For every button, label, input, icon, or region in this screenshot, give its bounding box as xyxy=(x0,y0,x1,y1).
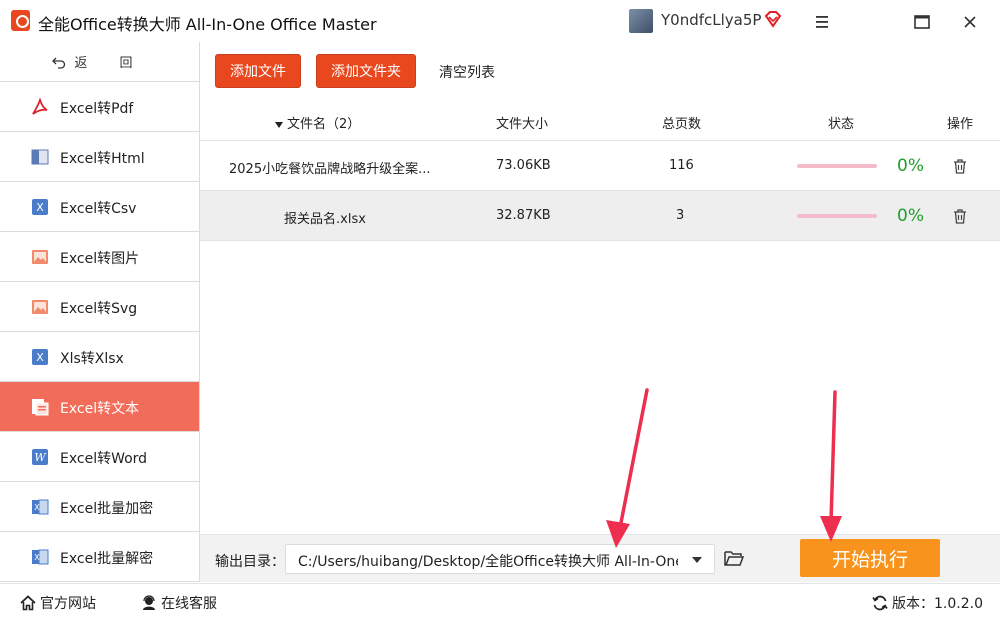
svg-text:W: W xyxy=(34,451,47,464)
sidebar-item-label: Excel转Html xyxy=(60,151,145,167)
row-file-name: 报关品名.xlsx xyxy=(284,212,366,227)
image-icon xyxy=(32,250,48,264)
customer-service-icon xyxy=(143,595,155,610)
output-dir-label: 输出目录： xyxy=(215,554,285,570)
sidebar-item-excel-to-word[interactable]: W Excel转Word xyxy=(0,432,199,482)
sidebar-item-excel-to-html[interactable]: Excel转Html xyxy=(0,132,199,182)
row-page-count: 3 xyxy=(676,208,685,223)
trash-icon[interactable] xyxy=(952,208,968,224)
status-bar: 官方网站 在线客服 版本：1.0.2.0 xyxy=(0,583,1000,617)
vip-diamond-icon[interactable] xyxy=(764,10,782,28)
version-label: 版本：1.0.2.0 xyxy=(892,596,983,612)
official-website-link[interactable]: 官方网站 xyxy=(20,593,96,613)
app-logo-icon xyxy=(11,10,30,31)
header-name-label: 文件名（2） xyxy=(287,117,361,132)
excel-lock-icon: X xyxy=(32,499,49,515)
row-progress-percent: 0% xyxy=(897,156,924,176)
header-name[interactable]: 文件名（2） xyxy=(275,113,360,132)
sidebar-item-excel-batch-encrypt[interactable]: X Excel批量加密 xyxy=(0,482,199,532)
user-name[interactable]: Y0ndfcLlya5P xyxy=(661,11,761,29)
back-arrow-icon xyxy=(52,57,66,69)
svg-image-icon xyxy=(32,300,48,314)
output-bar: 输出目录： C:/Users/huibang/Desktop/全能Office转… xyxy=(200,534,1000,582)
folder-open-icon[interactable] xyxy=(724,549,744,567)
sidebar-item-excel-to-text[interactable]: Excel转文本 xyxy=(0,382,199,432)
maximize-icon[interactable] xyxy=(910,10,934,34)
row-page-count: 116 xyxy=(669,158,694,173)
sidebar-item-excel-batch-decrypt[interactable]: X Excel批量解密 xyxy=(0,532,199,582)
sidebar: 返 回 Excel转Pdf Excel转Html X Excel转Csv Exc… xyxy=(0,42,200,582)
menu-icon[interactable] xyxy=(810,10,834,34)
row-progress-bar xyxy=(797,214,877,218)
svg-text:X: X xyxy=(36,201,44,214)
csv-icon: X xyxy=(32,199,48,215)
add-file-button[interactable]: 添加文件 xyxy=(215,54,301,88)
title-bar: 全能Office转换大师 All-In-One Office Master Y0… xyxy=(0,0,1000,42)
sidebar-item-label: Excel转Svg xyxy=(60,301,138,317)
trash-icon[interactable] xyxy=(952,158,968,174)
close-icon[interactable] xyxy=(958,10,982,34)
svg-text:X: X xyxy=(36,351,44,364)
sidebar-item-excel-to-image[interactable]: Excel转图片 xyxy=(0,232,199,282)
output-dir-value: C:/Users/huibang/Desktop/全能Office转换大师 Al… xyxy=(298,554,678,570)
back-button[interactable]: 返 回 xyxy=(0,42,199,82)
row-progress-bar xyxy=(797,164,877,168)
svg-text:X: X xyxy=(34,503,40,512)
sidebar-item-label: Xls转Xlsx xyxy=(60,351,124,367)
refresh-icon xyxy=(872,595,888,611)
sidebar-item-label: Excel转Word xyxy=(60,451,148,467)
official-website-label: 官方网站 xyxy=(40,596,96,612)
version-info[interactable]: 版本：1.0.2.0 xyxy=(872,593,983,613)
sidebar-item-excel-to-pdf[interactable]: Excel转Pdf xyxy=(0,82,199,132)
app-title: 全能Office转换大师 All-In-One Office Master xyxy=(38,15,377,34)
table-row[interactable]: 2025小吃餐饮品牌战略升级全案... 73.06KB 116 0% xyxy=(200,141,1000,191)
clear-list-button[interactable]: 清空列表 xyxy=(439,62,495,82)
user-avatar[interactable] xyxy=(629,9,653,33)
chevron-down-icon xyxy=(692,557,702,563)
back-label: 返 回 xyxy=(74,56,147,71)
sidebar-item-label: Excel转图片 xyxy=(60,251,140,267)
word-icon: W xyxy=(32,449,48,465)
table-header: 文件名（2） 文件大小 总页数 状态 操作 xyxy=(200,100,1000,141)
header-size: 文件大小 xyxy=(496,117,549,132)
sidebar-item-xls-to-xlsx[interactable]: X Xls转Xlsx xyxy=(0,332,199,382)
output-dir-select[interactable]: C:/Users/huibang/Desktop/全能Office转换大师 Al… xyxy=(285,544,715,574)
svg-text:X: X xyxy=(34,553,40,562)
online-support-link[interactable]: 在线客服 xyxy=(141,593,217,613)
xls-icon: X xyxy=(32,349,48,365)
sort-down-icon xyxy=(275,121,283,128)
add-folder-button[interactable]: 添加文件夹 xyxy=(316,54,416,88)
online-support-label: 在线客服 xyxy=(161,596,217,612)
file-table: 文件名（2） 文件大小 总页数 状态 操作 2025小吃餐饮品牌战略升级全案..… xyxy=(200,100,1000,241)
text-doc-icon xyxy=(32,399,49,416)
header-status: 状态 xyxy=(828,117,855,132)
sidebar-item-label: Excel转文本 xyxy=(60,401,140,417)
row-file-name: 2025小吃餐饮品牌战略升级全案... xyxy=(229,162,431,177)
header-action: 操作 xyxy=(947,117,974,132)
table-row[interactable]: 报关品名.xlsx 32.87KB 3 0% xyxy=(200,191,1000,241)
row-file-size: 32.87KB xyxy=(496,208,551,223)
sidebar-item-label: Excel批量加密 xyxy=(60,501,154,517)
sidebar-item-label: Excel转Pdf xyxy=(60,101,134,117)
sidebar-item-label: Excel转Csv xyxy=(60,201,137,217)
pdf-icon xyxy=(32,97,48,115)
row-progress-percent: 0% xyxy=(897,206,924,226)
toolbar: 添加文件 添加文件夹 清空列表 xyxy=(200,42,1000,100)
home-icon xyxy=(20,595,36,611)
sidebar-item-label: Excel批量解密 xyxy=(60,551,154,567)
row-file-size: 73.06KB xyxy=(496,158,551,173)
html-icon xyxy=(31,149,49,165)
sidebar-item-excel-to-csv[interactable]: X Excel转Csv xyxy=(0,182,199,232)
excel-unlock-icon: X xyxy=(32,549,49,565)
start-button[interactable]: 开始执行 xyxy=(800,539,940,577)
header-pages: 总页数 xyxy=(662,117,702,132)
sidebar-item-excel-to-svg[interactable]: Excel转Svg xyxy=(0,282,199,332)
